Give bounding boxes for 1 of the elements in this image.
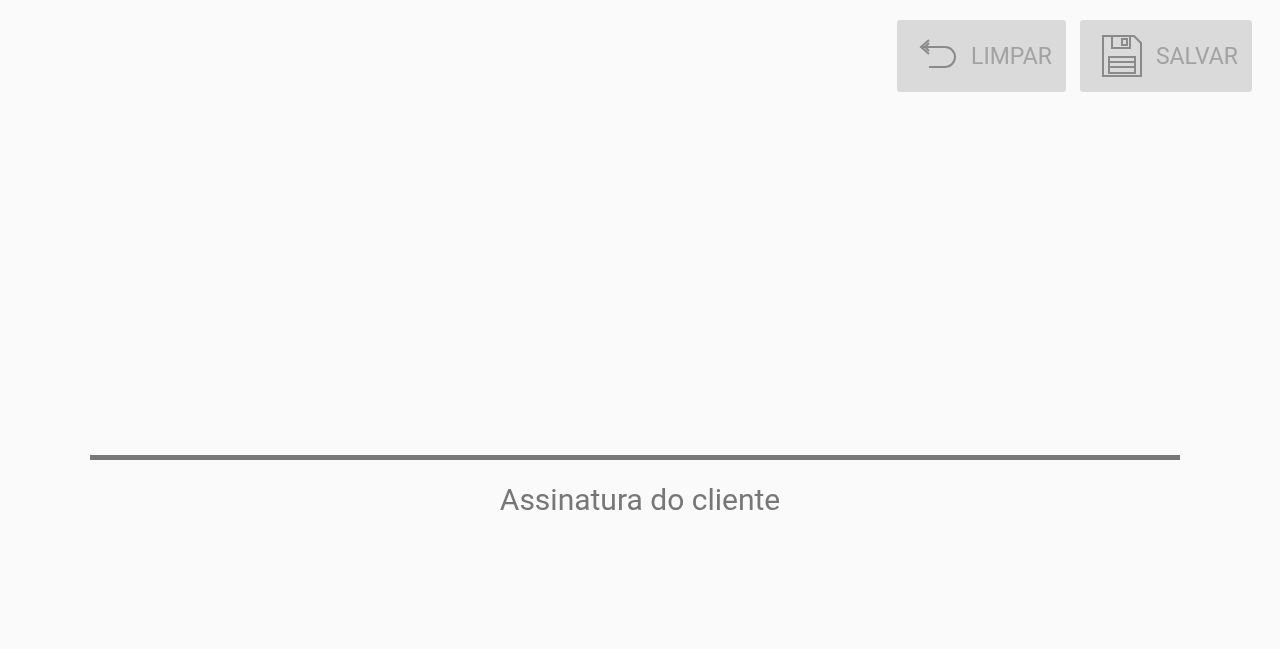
- signature-caption: Assinatura do cliente: [499, 482, 781, 517]
